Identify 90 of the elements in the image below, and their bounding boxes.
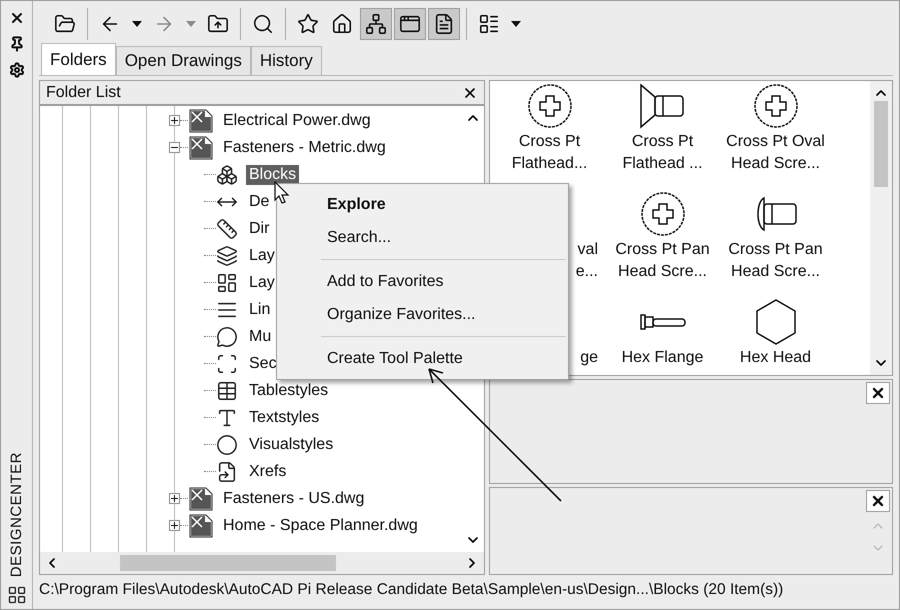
grid-icon[interactable] bbox=[6, 585, 26, 605]
drawing-file-icon bbox=[188, 514, 214, 538]
panel-title: Folder List bbox=[46, 84, 121, 102]
layers-icon bbox=[216, 244, 238, 266]
drawing-file-icon bbox=[188, 108, 214, 132]
item-label: Flathead... bbox=[512, 154, 588, 174]
menu-item[interactable]: Search... bbox=[277, 221, 568, 254]
palette-title: DESIGNCENTER bbox=[8, 452, 25, 577]
blocks-icon bbox=[216, 164, 238, 186]
menu-item[interactable]: Explore bbox=[277, 188, 568, 221]
star-icon bbox=[297, 13, 319, 35]
pin-icon bbox=[8, 36, 24, 52]
screw-head-icon bbox=[752, 83, 798, 129]
drawing-file-icon bbox=[188, 136, 214, 160]
leader-icon bbox=[216, 326, 238, 348]
tree-item[interactable]: Textstyles bbox=[246, 408, 322, 428]
settings-icon bbox=[8, 62, 24, 78]
ruler-icon bbox=[216, 218, 238, 240]
expand-icon[interactable] bbox=[169, 493, 180, 504]
close-icon bbox=[870, 385, 886, 401]
tree-item[interactable]: Fasteners - Metric.dwg bbox=[220, 138, 389, 158]
item-label: Cross Pt bbox=[632, 132, 694, 152]
tree-item[interactable]: Visualstyles bbox=[246, 434, 336, 454]
sphere-icon bbox=[216, 434, 238, 456]
tab[interactable]: Folders bbox=[41, 43, 116, 75]
tree-item[interactable]: Mu bbox=[246, 326, 274, 346]
collapse-icon[interactable] bbox=[169, 142, 180, 153]
preview-button[interactable] bbox=[394, 8, 426, 40]
caret-icon bbox=[511, 21, 521, 27]
open-folder-icon bbox=[54, 13, 76, 35]
item-label: Head Scre... bbox=[618, 262, 707, 282]
item-label: Head Scre... bbox=[731, 262, 820, 282]
tree-item[interactable]: De bbox=[246, 192, 272, 212]
tree-icon bbox=[365, 13, 387, 35]
item-label: Cross Pt Pan bbox=[615, 240, 710, 260]
item-label: Head Scre... bbox=[731, 154, 820, 174]
drawing-file-icon bbox=[188, 486, 214, 510]
cursor-icon bbox=[274, 181, 290, 204]
scroll-thumb[interactable] bbox=[120, 555, 336, 571]
expand-icon[interactable] bbox=[169, 520, 180, 531]
document-icon bbox=[433, 13, 455, 35]
screw-head-icon bbox=[526, 83, 572, 129]
tree-item[interactable]: Xrefs bbox=[246, 462, 290, 482]
folder-up-icon bbox=[207, 13, 229, 35]
item-label: Hex Head bbox=[740, 348, 812, 368]
xref-icon bbox=[216, 460, 238, 482]
screw-head-icon bbox=[640, 191, 686, 237]
tree-item[interactable]: Lay bbox=[246, 272, 278, 292]
tree-item[interactable]: Home - Space Planner.dwg bbox=[220, 516, 421, 536]
item-label: e... bbox=[576, 262, 598, 282]
item-label: val bbox=[578, 240, 598, 260]
tree-item[interactable]: Lay bbox=[246, 246, 278, 266]
item-label: Cross Pt Oval bbox=[726, 132, 825, 152]
item-label: Flathead ... bbox=[622, 154, 703, 174]
menu-item[interactable]: Add to Favorites bbox=[277, 265, 568, 298]
tree-item[interactable]: Sec bbox=[246, 354, 280, 374]
home-icon bbox=[331, 13, 353, 35]
flange-bolt-icon bbox=[638, 312, 686, 332]
caret-icon bbox=[186, 21, 196, 27]
menu-item[interactable]: Create Tool Palette bbox=[277, 342, 568, 375]
expand-icon[interactable] bbox=[169, 115, 180, 126]
search-icon bbox=[252, 13, 274, 35]
flathead-screw-icon bbox=[638, 83, 686, 129]
list-icon bbox=[478, 13, 500, 35]
scroll-thumb[interactable] bbox=[874, 101, 888, 187]
status-path: C:\Program Files\Autodesk\AutoCAD Pi Release Candidate Beta\Sample\en-us\Design...\Blocks (20 Item(s)) bbox=[39, 580, 784, 600]
tree-item[interactable]: Tablestyles bbox=[246, 380, 332, 400]
close-button[interactable] bbox=[866, 490, 890, 512]
menu-item[interactable]: Organize Favorites... bbox=[277, 298, 568, 331]
hex-head-icon bbox=[754, 298, 798, 346]
tree-item[interactable]: Electrical Power.dwg bbox=[220, 110, 374, 130]
section-icon bbox=[216, 352, 238, 374]
item-label: Cross Pt bbox=[518, 132, 580, 152]
item-label: ge bbox=[580, 348, 598, 368]
description-button[interactable] bbox=[428, 8, 460, 40]
tree-item[interactable]: Lin bbox=[246, 300, 274, 320]
layout-icon bbox=[216, 272, 238, 294]
item-label: Cross Pt Pan bbox=[728, 240, 823, 260]
tree-item[interactable]: Blocks bbox=[246, 164, 300, 184]
tab[interactable]: Open Drawings bbox=[116, 46, 251, 75]
window-icon bbox=[399, 13, 421, 35]
caret-icon bbox=[132, 21, 142, 27]
tree-item[interactable]: Fasteners - US.dwg bbox=[220, 488, 368, 508]
close-button[interactable] bbox=[866, 382, 890, 404]
table-icon bbox=[216, 380, 238, 402]
properties-button[interactable] bbox=[8, 61, 26, 79]
tree-item[interactable]: Dir bbox=[246, 218, 272, 238]
item-label: Hex Flange bbox=[622, 348, 704, 368]
tab[interactable]: History bbox=[250, 46, 322, 75]
tree-button[interactable] bbox=[360, 8, 392, 40]
